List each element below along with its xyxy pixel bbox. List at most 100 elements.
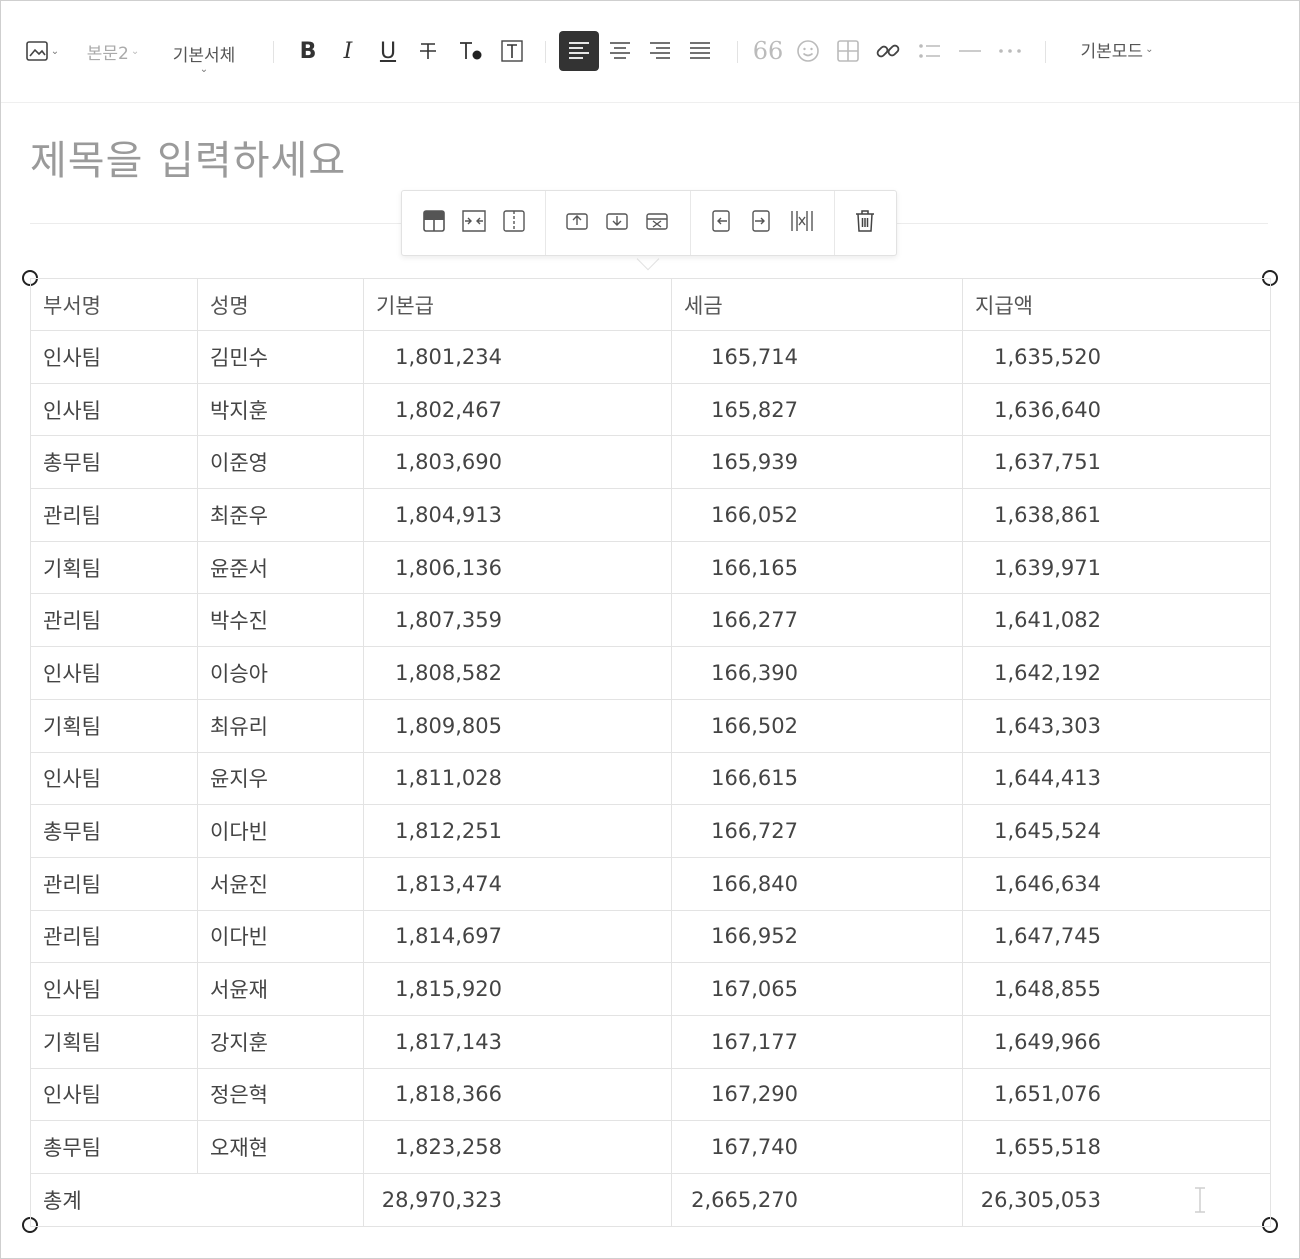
strikethrough-button[interactable]	[411, 31, 445, 71]
table-cell[interactable]: 1,639,971	[962, 540, 1271, 595]
table-cell[interactable]: 1,812,251	[363, 804, 672, 858]
image-insert-button[interactable]: ⌄	[21, 31, 63, 71]
table-cell[interactable]: 1,646,634	[962, 856, 1271, 911]
text-background-button[interactable]	[495, 31, 529, 71]
table-cell[interactable]: 관리팀	[30, 856, 198, 911]
table-cell[interactable]: 1,636,640	[962, 382, 1271, 437]
table-cell[interactable]: 167,065	[671, 962, 963, 1016]
split-cell-button[interactable]	[499, 208, 529, 238]
table-cell[interactable]: 166,277	[671, 593, 963, 648]
table-cell[interactable]: 이다빈	[197, 909, 364, 964]
align-left-button[interactable]	[559, 31, 599, 71]
table-cell[interactable]: 총무팀	[30, 1120, 198, 1174]
table-cell[interactable]: 1,801,234	[363, 330, 672, 384]
table-cell[interactable]: 165,827	[671, 382, 963, 437]
table-cell[interactable]: 1,644,413	[962, 751, 1271, 806]
delete-table-button[interactable]	[850, 208, 880, 238]
table-cell[interactable]: 1,648,855	[962, 962, 1271, 1016]
table-cell[interactable]: 1,817,143	[363, 1014, 672, 1069]
table-cell[interactable]: 1,651,076	[962, 1067, 1271, 1122]
total-cell[interactable]: 28,970,323	[363, 1173, 672, 1227]
table-cell[interactable]: 167,740	[671, 1120, 963, 1174]
total-label-cell[interactable]: 총계	[30, 1173, 364, 1227]
link-button[interactable]	[871, 31, 905, 71]
align-center-button[interactable]	[603, 31, 637, 71]
delete-row-button[interactable]	[642, 208, 672, 238]
editor-mode-dropdown[interactable]: 기본모드 ⌄	[1069, 29, 1165, 69]
table-header-cell[interactable]: 부서명	[30, 278, 198, 331]
table-header-cell[interactable]: 세금	[671, 278, 963, 331]
table-cell[interactable]: 기획팀	[30, 540, 198, 595]
table-cell[interactable]: 윤지우	[197, 751, 364, 806]
table-cell[interactable]: 이승아	[197, 646, 364, 700]
total-cell[interactable]: 2,665,270	[671, 1173, 963, 1227]
align-justify-button[interactable]	[683, 31, 717, 71]
title-input[interactable]: 제목을 입력하세요	[30, 128, 346, 186]
table-cell[interactable]: 1,815,920	[363, 962, 672, 1016]
table-cell[interactable]: 1,637,751	[962, 435, 1271, 490]
font-family-dropdown[interactable]: 기본서체 ⌄	[163, 35, 245, 79]
table-cell[interactable]: 기획팀	[30, 698, 198, 753]
more-button[interactable]	[993, 31, 1027, 71]
table-cell[interactable]: 강지훈	[197, 1014, 364, 1069]
table-cell[interactable]: 인사팀	[30, 330, 198, 384]
table-cell[interactable]: 이준영	[197, 435, 364, 490]
table-cell[interactable]: 관리팀	[30, 909, 198, 964]
table-cell[interactable]: 인사팀	[30, 1067, 198, 1122]
table-header-cell[interactable]: 지급액	[962, 278, 1271, 331]
insert-column-right-button[interactable]	[747, 208, 777, 238]
underline-button[interactable]: U	[371, 31, 405, 71]
table-cell[interactable]: 166,615	[671, 751, 963, 806]
table-cell[interactable]: 인사팀	[30, 751, 198, 806]
table-cell[interactable]: 1,813,474	[363, 856, 672, 911]
table-cell[interactable]: 1,643,303	[962, 698, 1271, 753]
table-cell[interactable]: 1,641,082	[962, 593, 1271, 648]
table-cell[interactable]: 박수진	[197, 593, 364, 648]
table-cell[interactable]: 167,177	[671, 1014, 963, 1069]
table-cell[interactable]: 기획팀	[30, 1014, 198, 1069]
table-cell[interactable]: 166,502	[671, 698, 963, 753]
table-cell[interactable]: 166,165	[671, 540, 963, 595]
table-cell[interactable]: 1,638,861	[962, 488, 1271, 542]
insert-row-above-button[interactable]	[562, 208, 592, 238]
table-cell[interactable]: 1,808,582	[363, 646, 672, 700]
delete-column-button[interactable]	[787, 208, 817, 238]
table-cell[interactable]: 정은혁	[197, 1067, 364, 1122]
table-cell[interactable]: 총무팀	[30, 435, 198, 490]
table-cell[interactable]: 이다빈	[197, 804, 364, 858]
table-cell[interactable]: 1,807,359	[363, 593, 672, 648]
table-cell[interactable]: 1,806,136	[363, 540, 672, 595]
table-cell[interactable]: 김민수	[197, 330, 364, 384]
italic-button[interactable]: I	[331, 31, 365, 71]
table-cell[interactable]: 166,952	[671, 909, 963, 964]
table-cell[interactable]: 박지훈	[197, 382, 364, 437]
align-right-button[interactable]	[643, 31, 677, 71]
table-cell[interactable]: 관리팀	[30, 488, 198, 542]
table-cell[interactable]: 1,811,028	[363, 751, 672, 806]
table-cell[interactable]: 1,647,745	[962, 909, 1271, 964]
table-cell[interactable]: 총무팀	[30, 804, 198, 858]
table-cell[interactable]: 1,809,805	[363, 698, 672, 753]
table-cell[interactable]: 165,714	[671, 330, 963, 384]
insert-row-below-button[interactable]	[602, 208, 632, 238]
table-cell[interactable]: 1,649,966	[962, 1014, 1271, 1069]
table-cell[interactable]: 1,804,913	[363, 488, 672, 542]
table-cell[interactable]: 오재현	[197, 1120, 364, 1174]
list-button[interactable]	[913, 31, 947, 71]
table-cell[interactable]: 1,655,518	[962, 1120, 1271, 1174]
table-cell[interactable]: 1,803,690	[363, 435, 672, 490]
horizontal-rule-button[interactable]	[953, 31, 987, 71]
table-cell[interactable]: 서윤재	[197, 962, 364, 1016]
table-cell[interactable]: 최준우	[197, 488, 364, 542]
table-cell[interactable]: 1,635,520	[962, 330, 1271, 384]
table-cell[interactable]: 165,939	[671, 435, 963, 490]
quote-button[interactable]: 66	[751, 31, 785, 71]
emoji-button[interactable]	[791, 31, 825, 71]
table-cell[interactable]: 1,814,697	[363, 909, 672, 964]
table-cell[interactable]: 1,823,258	[363, 1120, 672, 1174]
table-cell[interactable]: 1,802,467	[363, 382, 672, 437]
table-insert-button[interactable]	[831, 31, 865, 71]
table-cell[interactable]: 인사팀	[30, 646, 198, 700]
table-cell[interactable]: 167,290	[671, 1067, 963, 1122]
merge-cells-button[interactable]	[459, 208, 489, 238]
